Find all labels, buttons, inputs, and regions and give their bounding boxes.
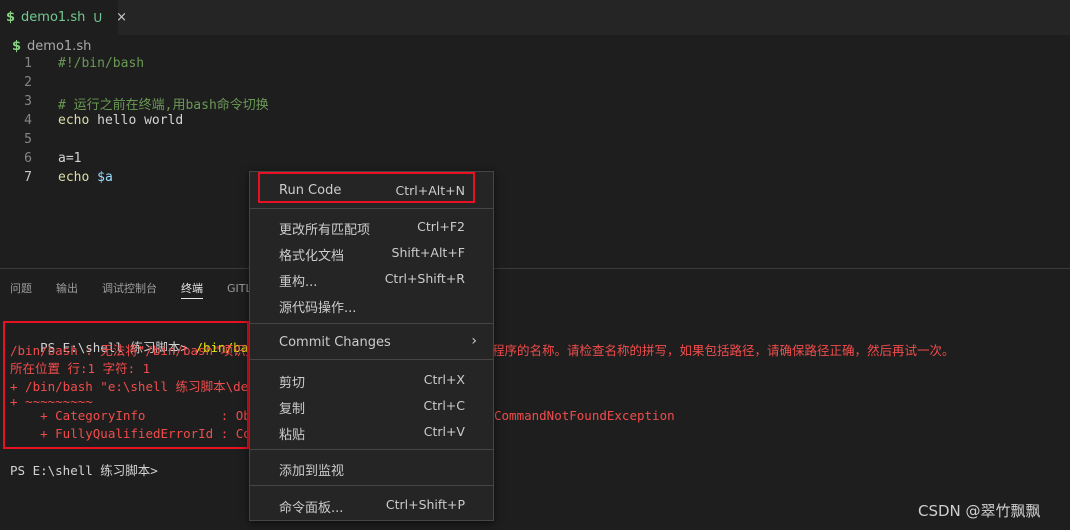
menu-item-shortcut: Ctrl+Shift+P [385, 497, 465, 512]
untracked-status-badge: U [93, 10, 103, 25]
menu-item-format-document[interactable]: 格式化文档 Shift+Alt+F [250, 241, 493, 265]
line-number: 2 [24, 75, 32, 90]
terminal-error-line: 所在位置 行:1 字符: 1 [10, 361, 151, 376]
tab-output[interactable]: 输出 [56, 276, 78, 302]
menu-item-source-action[interactable]: 源代码操作... [250, 293, 493, 317]
code-keyword: echo [58, 170, 90, 185]
menu-item-label: 重构... [279, 275, 318, 290]
menu-item-shortcut: Ctrl+Shift+R [384, 271, 465, 286]
terminal-error-line: /bin/bash : 无法将"/bin/bash"项识别 [10, 343, 259, 358]
code-line: 3 # 运行之前在终端,用bash命令切换 [0, 94, 1070, 113]
terminal-line: PS E:\shell 练习脚本> /bin/bash "e [10, 322, 286, 355]
code-variable: $a [89, 170, 113, 185]
line-number: 3 [24, 94, 32, 109]
line-number: 5 [24, 132, 32, 147]
menu-item-shortcut: Ctrl+Alt+N [395, 183, 465, 198]
line-number: 6 [24, 151, 32, 166]
terminal-error-line: + FullyQualifiedErrorId : Comm [10, 426, 266, 441]
menu-item-shortcut: Ctrl+X [423, 372, 465, 387]
tab-demo1-sh[interactable]: $ demo1.sh U × [0, 0, 127, 35]
menu-item-label: 命令面板... [279, 501, 344, 516]
breadcrumb: $ demo1.sh [12, 37, 91, 55]
menu-item-shortcut: Shift+Alt+F [391, 245, 465, 260]
menu-item-label: 复制 [279, 402, 306, 417]
menu-item-commit-changes[interactable]: Commit Changes › [250, 331, 493, 355]
code-editor[interactable]: 1 #!/bin/bash 2 3 # 运行之前在终端,用bash命令切换 4 … [0, 56, 1070, 266]
menu-item-label: 格式化文档 [279, 249, 345, 264]
code-line: 1 #!/bin/bash [0, 56, 1070, 75]
tab-filename: demo1.sh [21, 10, 86, 25]
menu-separator [250, 359, 493, 360]
menu-item-shortcut: Ctrl+V [423, 424, 465, 439]
code-line: 4 echo hello world [0, 113, 1070, 132]
menu-item-label: 粘贴 [279, 428, 306, 443]
menu-item-refactor[interactable]: 重构... Ctrl+Shift+R [250, 267, 493, 291]
code-text: hello world [89, 113, 184, 128]
menu-item-run-code[interactable]: Run Code Ctrl+Alt+N [250, 179, 493, 203]
terminal-error-line: 程序的名称。请检查名称的拼写，如果包括路径，请确保路径正确，然后再试一次。 [492, 343, 955, 358]
menu-separator [250, 208, 493, 209]
tab-terminal[interactable]: 终端 [181, 276, 203, 299]
menu-item-label: 更改所有匹配项 [279, 223, 371, 238]
menu-item-change-all-occurrences[interactable]: 更改所有匹配项 Ctrl+F2 [250, 215, 493, 239]
code-text: #!/bin/bash [58, 56, 145, 71]
menu-item-label: Run Code [279, 183, 342, 198]
breadcrumb-file[interactable]: demo1.sh [27, 39, 91, 54]
menu-item-cut[interactable]: 剪切 Ctrl+X [250, 368, 493, 392]
menu-item-shortcut: Ctrl+F2 [417, 219, 465, 234]
menu-item-label: 源代码操作... [279, 301, 357, 316]
code-keyword: echo [58, 113, 90, 128]
menu-separator [250, 323, 493, 324]
panel-tabs: 问题 输出 调试控制台 终端 GITL [0, 276, 1070, 302]
shell-file-icon: $ [6, 10, 16, 25]
menu-item-paste[interactable]: 粘贴 Ctrl+V [250, 420, 493, 444]
line-number: 4 [24, 113, 32, 128]
line-number: 1 [24, 56, 32, 71]
line-number: 7 [24, 170, 32, 185]
code-comment: # 运行之前在终端,用bash命令切换 [58, 98, 269, 113]
menu-separator [250, 449, 493, 450]
terminal-error-line: + CategoryInfo : Obje [10, 408, 266, 423]
terminal-output[interactable]: PS E:\shell 练习脚本> /bin/bash "e /bin/bash… [0, 320, 1070, 530]
menu-item-label: Commit Changes [279, 335, 391, 350]
menu-item-label: 添加到监视 [279, 464, 345, 479]
shell-file-icon: $ [12, 38, 22, 54]
menu-item-command-palette[interactable]: 命令面板... Ctrl+Shift+P [250, 493, 493, 517]
menu-item-add-to-watch[interactable]: 添加到监视 [250, 456, 493, 480]
editor-tab-bar: $ demo1.sh U × [0, 0, 1070, 35]
menu-item-shortcut: Ctrl+C [423, 398, 465, 413]
panel-divider [0, 268, 1070, 269]
menu-item-label: 剪切 [279, 376, 306, 391]
menu-item-copy[interactable]: 复制 Ctrl+C [250, 394, 493, 418]
tab-gitlens[interactable]: GITL [227, 276, 252, 302]
tab-debug-console[interactable]: 调试控制台 [102, 276, 157, 302]
chevron-right-icon: › [471, 333, 477, 349]
terminal-error-line: + /bin/bash "e:\shell 练习脚本\dem [10, 379, 256, 394]
menu-separator [250, 485, 493, 486]
code-line: 5 [0, 132, 1070, 151]
tab-problems[interactable]: 问题 [10, 276, 32, 302]
editor-context-menu: Run Code Ctrl+Alt+N 更改所有匹配项 Ctrl+F2 格式化文… [249, 171, 494, 521]
terminal-error-line: CommandNotFoundException [494, 408, 675, 423]
watermark: CSDN @翠竹飘飘 [918, 502, 1041, 520]
code-line: 7 echo $a [0, 170, 1070, 189]
close-icon[interactable]: × [116, 10, 127, 25]
code-line: 6 a=1 [0, 151, 1070, 170]
code-line: 2 [0, 75, 1070, 94]
terminal-prompt: PS E:\shell 练习脚本> [10, 463, 166, 478]
code-text: a=1 [58, 151, 82, 166]
